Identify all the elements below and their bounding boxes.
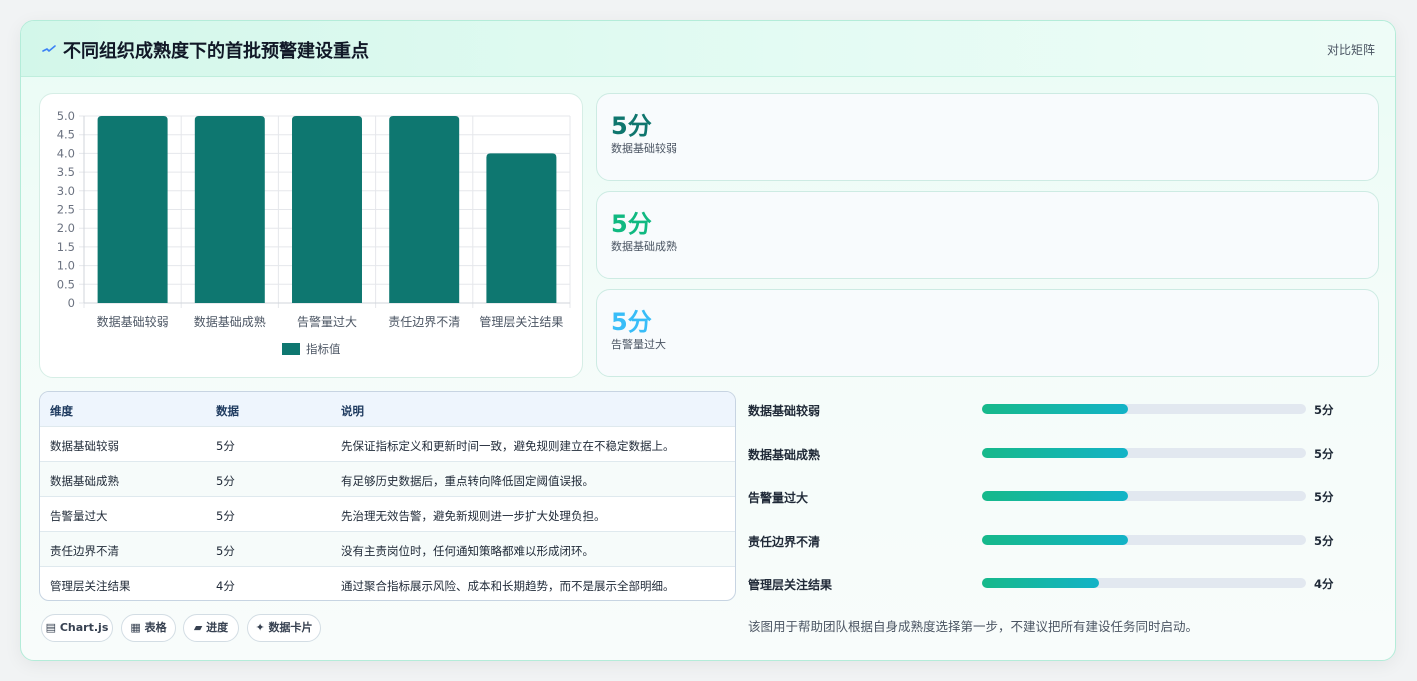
table-cell: 4分 xyxy=(216,579,235,593)
bar xyxy=(486,153,557,303)
legend-label: 指标值 xyxy=(306,342,341,356)
table-cell: 数据基础较弱 xyxy=(50,439,119,453)
y-tick-label: 5.0 xyxy=(57,109,75,123)
tag-label: Chart.js xyxy=(59,621,109,634)
stat-label: 数据基础成熟 xyxy=(611,240,677,253)
table-row: 管理层关注结果 4分 通过聚合指标展示风险、成本和长期趋势，而不是展示全部明细。 xyxy=(40,567,735,600)
progress-value: 4分 xyxy=(1314,577,1334,591)
bar-chart: 0 0.5 1.0 1.5 2.0 2.5 3.0 3.5 4.0 4.5 5.0 数据基础较弱 数据基… xyxy=(57,109,571,356)
table-icon: ▦ xyxy=(130,621,141,634)
progress-track xyxy=(982,448,1306,458)
table-cell: 5分 xyxy=(216,509,235,523)
progress-track xyxy=(982,535,1306,545)
table-row: 告警量过大 5分 先治理无效告警，避免新规则进一步扩大处理负担。 xyxy=(40,497,735,532)
table-cell: 告警量过大 xyxy=(50,509,108,523)
x-tick-label: 管理层关注结果 xyxy=(479,314,563,329)
progress-label: 数据基础成熟 xyxy=(748,448,821,462)
bar xyxy=(292,116,362,303)
table-cell: 有足够历史数据后，重点转向降低固定阈值误报。 xyxy=(341,474,594,488)
stat-card: 5分 数据基础成熟 xyxy=(596,191,1379,279)
data-table: 维度 数据 说明 数据基础较弱 5分 先保证指标定义和更新时间一致，避免规则建立… xyxy=(39,391,736,601)
progress-label: 数据基础较弱 xyxy=(748,404,821,418)
progress-value: 5分 xyxy=(1314,447,1334,461)
tag-label: 数据卡片 xyxy=(268,621,313,634)
table-cell: 没有主责岗位时，任何通知策略都难以形成闭环。 xyxy=(341,544,594,558)
bar xyxy=(389,116,460,303)
footnote: 该图用于帮助团队根据自身成熟度选择第一步，不建议把所有建设任务同时启动。 xyxy=(748,619,1199,634)
tag-progress[interactable]: ▰ 进度 xyxy=(183,614,239,642)
column-header[interactable]: 数据 xyxy=(216,403,239,419)
progress-fill xyxy=(982,491,1128,501)
tag-data-card[interactable]: ✦ 数据卡片 xyxy=(247,614,321,642)
progress-fill xyxy=(982,404,1128,414)
tag-table[interactable]: ▦ 表格 xyxy=(121,614,176,642)
stat-card: 5分 数据基础较弱 xyxy=(596,93,1379,181)
table-row: 数据基础较弱 5分 先保证指标定义和更新时间一致，避免规则建立在不稳定数据上。 xyxy=(40,427,735,462)
sparkle-icon: ✦ xyxy=(255,621,265,634)
progress-track xyxy=(982,404,1306,414)
stat-value: 5分 xyxy=(611,308,652,336)
table-cell: 管理层关注结果 xyxy=(50,579,131,593)
progress-track xyxy=(982,491,1306,501)
y-tick-label: 2.5 xyxy=(57,203,75,217)
pulse-icon xyxy=(42,45,56,52)
tag-label: 表格 xyxy=(144,621,167,634)
column-header[interactable]: 维度 xyxy=(50,403,73,419)
bar-chart-panel: 0 0.5 1.0 1.5 2.0 2.5 3.0 3.5 4.0 4.5 5.0 数据基础较弱 数据基… xyxy=(39,93,583,378)
progress-icon: ▰ xyxy=(193,621,203,634)
bar xyxy=(194,116,265,303)
stat-card: 5分 告警量过大 xyxy=(596,289,1379,377)
y-tick-label: 3.5 xyxy=(57,165,75,179)
stat-label: 告警量过大 xyxy=(611,338,666,351)
page-title: 不同组织成熟度下的首批预警建设重点 xyxy=(63,41,369,62)
table-cell: 5分 xyxy=(216,474,235,488)
compare-matrix-link[interactable]: 对比矩阵 xyxy=(1327,41,1375,58)
table-cell: 责任边界不清 xyxy=(50,544,119,558)
stat-value: 5分 xyxy=(611,112,652,140)
table-cell: 5分 xyxy=(216,439,235,453)
table-cell: 先治理无效告警，避免新规则进一步扩大处理负担。 xyxy=(341,509,606,523)
y-tick-label: 1.5 xyxy=(57,240,75,254)
y-tick-label: 4.5 xyxy=(57,128,75,142)
table-header-row: 维度 数据 说明 xyxy=(40,392,735,427)
y-tick-label: 2.0 xyxy=(57,221,75,235)
progress-label: 责任边界不清 xyxy=(748,535,821,549)
x-tick-label: 告警量过大 xyxy=(297,314,357,329)
progress-fill xyxy=(982,535,1128,545)
main-card: 不同组织成熟度下的首批预警建设重点 对比矩阵 0 0.5 1.0 1.5 2.0 2.5 3… xyxy=(20,20,1396,661)
y-tick-label: 0 xyxy=(68,296,75,310)
table-row: 数据基础成熟 5分 有足够历史数据后，重点转向降低固定阈值误报。 xyxy=(40,462,735,497)
progress-label: 管理层关注结果 xyxy=(748,578,833,592)
chart-icon: ▤ xyxy=(45,621,57,634)
bar xyxy=(97,116,168,303)
y-tick-label: 4.0 xyxy=(57,146,75,160)
table-cell: 数据基础成熟 xyxy=(50,474,119,488)
tag-label: 进度 xyxy=(206,621,229,634)
progress-label: 告警量过大 xyxy=(748,491,809,505)
x-tick-label: 数据基础成熟 xyxy=(194,314,266,329)
table-row: 责任边界不清 5分 没有主责岗位时，任何通知策略都难以形成闭环。 xyxy=(40,532,735,567)
table-cell: 通过聚合指标展示风险、成本和长期趋势，而不是展示全部明细。 xyxy=(341,579,675,593)
table-cell: 先保证指标定义和更新时间一致，避免规则建立在不稳定数据上。 xyxy=(341,439,675,453)
stat-label: 数据基础较弱 xyxy=(611,142,677,155)
legend-swatch xyxy=(282,343,300,355)
progress-track xyxy=(982,578,1306,588)
tag-chartjs[interactable]: ▤ Chart.js xyxy=(41,614,113,642)
y-tick-label: 0.5 xyxy=(57,277,75,291)
x-tick-label: 数据基础较弱 xyxy=(97,314,169,329)
progress-value: 5分 xyxy=(1314,403,1334,417)
progress-value: 5分 xyxy=(1314,534,1334,548)
stat-value: 5分 xyxy=(611,210,652,238)
y-tick-label: 3.0 xyxy=(57,184,75,198)
card-header: 不同组织成熟度下的首批预警建设重点 对比矩阵 xyxy=(21,21,1395,77)
column-header[interactable]: 说明 xyxy=(341,403,364,419)
progress-value: 5分 xyxy=(1314,490,1334,504)
table-cell: 5分 xyxy=(216,544,235,558)
progress-fill xyxy=(982,578,1099,588)
x-tick-label: 责任边界不清 xyxy=(388,315,460,329)
progress-fill xyxy=(982,448,1128,458)
y-tick-label: 1.0 xyxy=(57,259,75,273)
